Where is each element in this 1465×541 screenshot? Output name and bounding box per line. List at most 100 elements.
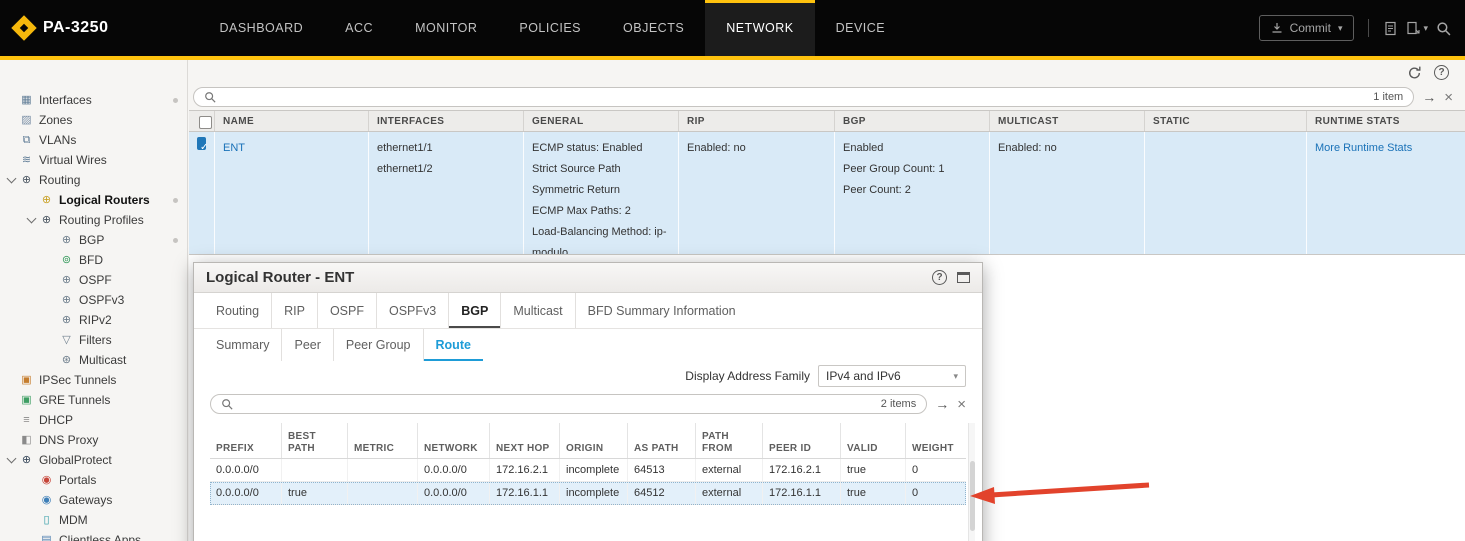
sidebar-item-label: Portals xyxy=(59,473,96,487)
col-prefix[interactable]: PREFIX xyxy=(210,423,282,458)
tab-dashboard[interactable]: DASHBOARD xyxy=(198,0,324,56)
apply-filter-icon[interactable]: → xyxy=(935,397,949,411)
header-actions: Commit ▾ ▾ xyxy=(1259,0,1465,56)
apply-filter-icon[interactable]: → xyxy=(1422,90,1436,104)
sidebar-item-bgp[interactable]: BGP xyxy=(0,230,187,250)
tab-policies[interactable]: POLICIES xyxy=(498,0,602,56)
col-valid[interactable]: VALID xyxy=(841,423,906,458)
sidebar-item-zones[interactable]: Zones xyxy=(0,110,187,130)
cell-path-from: external xyxy=(696,482,763,504)
col-as-path[interactable]: AS PATH xyxy=(628,423,696,458)
tab-network[interactable]: NETWORK xyxy=(705,0,814,56)
sidebar-item-label: MDM xyxy=(59,513,88,527)
col-static[interactable]: STATIC xyxy=(1145,111,1307,131)
dialog-maximize-icon[interactable] xyxy=(957,272,970,283)
item-options-dot[interactable] xyxy=(173,238,178,243)
help-icon[interactable]: ? xyxy=(1434,65,1449,80)
tab-objects[interactable]: OBJECTS xyxy=(602,0,705,56)
tab-ospf[interactable]: OSPF xyxy=(317,293,376,328)
col-multicast[interactable]: MULTICAST xyxy=(990,111,1145,131)
subtab-peer[interactable]: Peer xyxy=(281,329,332,361)
clear-filter-icon[interactable]: × xyxy=(1444,90,1453,105)
sidebar-item-ipsec-tunnels[interactable]: IPSec Tunnels xyxy=(0,370,187,390)
col-peer-id[interactable]: PEER ID xyxy=(763,423,841,458)
subtab-route[interactable]: Route xyxy=(423,329,483,361)
sidebar-item-clientless-apps[interactable]: Clientless Apps xyxy=(0,530,187,541)
clear-filter-icon[interactable]: × xyxy=(957,397,966,412)
sidebar-item-globalprotect[interactable]: GlobalProtect xyxy=(0,450,187,470)
col-runtime-stats[interactable]: RUNTIME STATS xyxy=(1307,111,1465,131)
col-name[interactable]: NAME xyxy=(215,111,369,131)
tab-bfd-summary[interactable]: BFD Summary Information xyxy=(575,293,748,328)
sidebar-item-ripv2[interactable]: RIPv2 xyxy=(0,310,187,330)
sidebar-item-interfaces[interactable]: Interfaces xyxy=(0,90,187,110)
item-options-dot[interactable] xyxy=(173,198,178,203)
sidebar-item-label: Virtual Wires xyxy=(39,153,107,167)
item-options-dot[interactable] xyxy=(173,98,178,103)
sidebar-item-multicast[interactable]: Multicast xyxy=(0,350,187,370)
table-scrollbar[interactable] xyxy=(968,423,975,541)
col-rip[interactable]: RIP xyxy=(679,111,835,131)
sidebar-item-routing-profiles[interactable]: Routing Profiles xyxy=(0,210,187,230)
dhcp-icon xyxy=(19,410,34,430)
tab-acc[interactable]: ACC xyxy=(324,0,394,56)
sidebar-item-vlans[interactable]: VLANs xyxy=(0,130,187,150)
tab-ospfv3[interactable]: OSPFv3 xyxy=(376,293,448,328)
sidebar-item-mdm[interactable]: MDM xyxy=(0,510,187,530)
sidebar-item-gateways[interactable]: Gateways xyxy=(0,490,187,510)
col-interfaces[interactable]: INTERFACES xyxy=(369,111,524,131)
sidebar-item-dns-proxy[interactable]: DNS Proxy xyxy=(0,430,187,450)
refresh-icon[interactable] xyxy=(1407,65,1422,80)
vlans-icon xyxy=(19,130,34,150)
chevron-down-icon[interactable] xyxy=(6,174,19,186)
tab-multicast[interactable]: Multicast xyxy=(500,293,574,328)
sidebar-item-logical-routers[interactable]: Logical Routers xyxy=(0,190,187,210)
tab-rip[interactable]: RIP xyxy=(271,293,317,328)
sidebar-item-filters[interactable]: Filters xyxy=(0,330,187,350)
sidebar-item-ospf[interactable]: OSPF xyxy=(0,270,187,290)
scrollbar-thumb[interactable] xyxy=(970,461,975,531)
sidebar-item-virtual-wires[interactable]: Virtual Wires xyxy=(0,150,187,170)
tasks-icon[interactable] xyxy=(1383,21,1398,36)
more-runtime-stats-link[interactable]: More Runtime Stats xyxy=(1315,142,1412,154)
row-checkbox[interactable] xyxy=(197,137,206,150)
sidebar-item-portals[interactable]: Portals xyxy=(0,470,187,490)
col-origin[interactable]: ORIGIN xyxy=(560,423,628,458)
route-search-input[interactable]: 2 items xyxy=(210,394,927,414)
sidebar-item-bfd[interactable]: BFD xyxy=(0,250,187,270)
cell-runtime-stats: More Runtime Stats xyxy=(1307,132,1465,254)
tab-monitor[interactable]: MONITOR xyxy=(394,0,498,56)
search-input[interactable]: 1 item xyxy=(193,87,1414,107)
dialog-help-icon[interactable]: ? xyxy=(932,270,947,285)
col-metric[interactable]: METRIC xyxy=(348,423,418,458)
col-general[interactable]: GENERAL xyxy=(524,111,679,131)
sidebar-item-routing[interactable]: Routing xyxy=(0,170,187,190)
table-row[interactable]: 0.0.0.0/0 0.0.0.0/0 172.16.2.1 incomplet… xyxy=(210,459,966,482)
sidebar-item-label: Gateways xyxy=(59,493,112,507)
router-name-link[interactable]: ENT xyxy=(223,142,245,154)
commit-button[interactable]: Commit ▾ xyxy=(1259,15,1355,41)
chevron-down-icon[interactable] xyxy=(26,214,39,226)
subtab-peer-group[interactable]: Peer Group xyxy=(333,329,423,361)
col-bgp[interactable]: BGP xyxy=(835,111,990,131)
col-network[interactable]: NETWORK xyxy=(418,423,490,458)
sidebar-item-dhcp[interactable]: DHCP xyxy=(0,410,187,430)
chevron-down-icon[interactable] xyxy=(6,454,19,466)
col-best-path[interactable]: BEST PATH xyxy=(282,423,348,458)
subtab-summary[interactable]: Summary xyxy=(204,329,281,361)
logical-router-dialog: Logical Router - ENT ? Routing RIP OSPF … xyxy=(193,262,983,541)
col-next-hop[interactable]: NEXT HOP xyxy=(490,423,560,458)
address-family-select[interactable]: IPv4 and IPv6 ▾ xyxy=(818,365,966,387)
tab-routing[interactable]: Routing xyxy=(204,293,271,328)
select-all-checkbox[interactable] xyxy=(199,116,212,129)
tab-bgp[interactable]: BGP xyxy=(448,293,500,328)
address-family-row: Display Address Family IPv4 and IPv6 ▾ xyxy=(194,361,982,391)
config-changes-icon[interactable]: ▾ xyxy=(1406,21,1428,36)
sidebar-item-gre-tunnels[interactable]: GRE Tunnels xyxy=(0,390,187,410)
tab-device[interactable]: DEVICE xyxy=(815,0,907,56)
table-row[interactable]: 0.0.0.0/0 true 0.0.0.0/0 172.16.1.1 inco… xyxy=(210,482,966,505)
sidebar-item-ospfv3[interactable]: OSPFv3 xyxy=(0,290,187,310)
table-row[interactable]: ENT ethernet1/1 ethernet1/2 ECMP status:… xyxy=(189,132,1465,255)
search-icon[interactable] xyxy=(1436,21,1451,36)
col-path-from[interactable]: PATH FROM xyxy=(696,423,763,458)
